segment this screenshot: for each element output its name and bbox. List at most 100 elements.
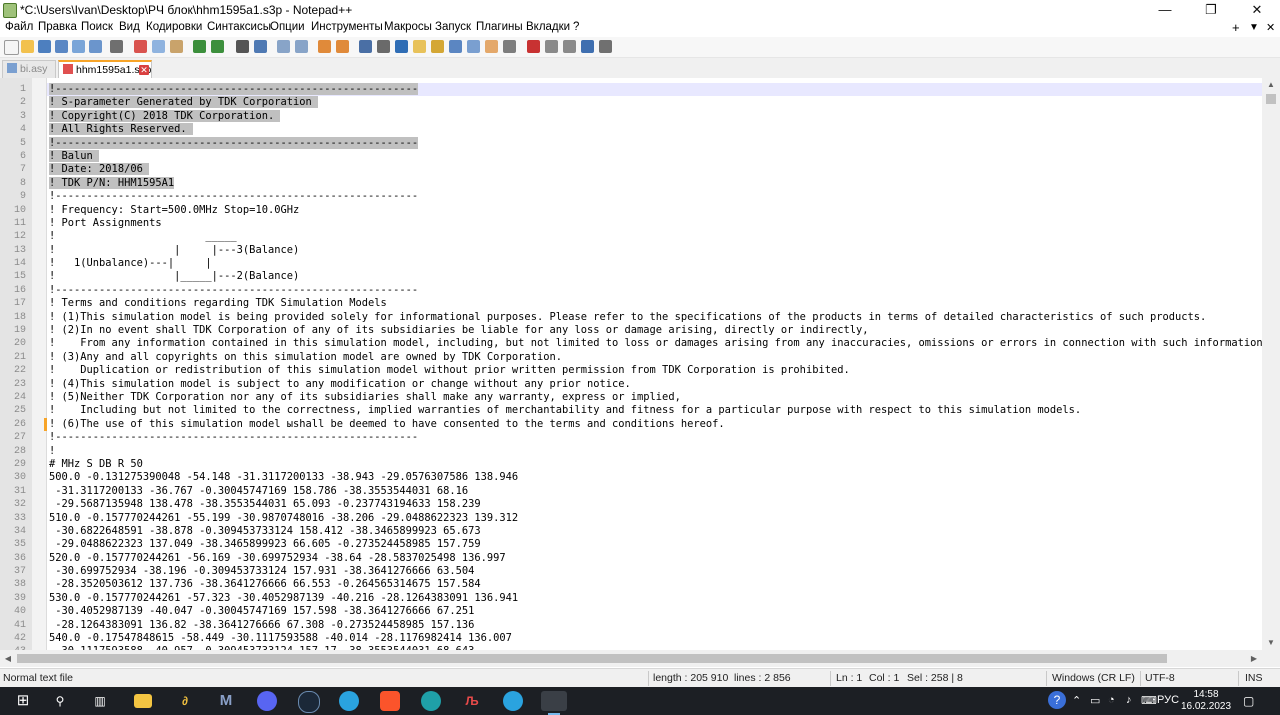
file-explorer-icon[interactable] bbox=[134, 694, 152, 708]
show-all-chars-icon[interactable] bbox=[377, 40, 390, 53]
menu-encoding[interactable]: Кодировки bbox=[146, 21, 202, 33]
minimize-button[interactable]: — bbox=[1142, 0, 1188, 20]
stop-macro-icon[interactable] bbox=[545, 40, 558, 53]
scroll-left-arrow-icon[interactable]: ◀ bbox=[0, 650, 16, 667]
menu-tabs[interactable]: Вкладки bbox=[526, 21, 570, 33]
tab-bi-asy[interactable]: bi.asy bbox=[2, 60, 56, 78]
scroll-right-arrow-icon[interactable]: ▶ bbox=[1246, 650, 1262, 667]
tab-close-icon[interactable]: ✕ bbox=[139, 65, 149, 75]
status-encoding[interactable]: UTF-8 bbox=[1145, 672, 1175, 684]
line-number: 3 bbox=[19, 110, 26, 122]
status-eol-format[interactable]: Windows (CR LF) bbox=[1052, 672, 1135, 684]
tab-list-arrow-icon[interactable]: ▼ bbox=[1249, 22, 1259, 33]
line-text: -30.699752934 -38.196 -0.309453733124 15… bbox=[49, 565, 475, 578]
network-icon[interactable]: ◔ bbox=[1108, 694, 1115, 706]
tray-overflow-arrow-icon[interactable]: ⌃ bbox=[1072, 694, 1081, 707]
line-text: ! Port Assignments bbox=[49, 216, 162, 229]
menu-edit[interactable]: Правка bbox=[38, 21, 77, 33]
scroll-up-arrow-icon[interactable]: ▲ bbox=[1262, 78, 1280, 92]
status-insert-mode[interactable]: INS bbox=[1245, 672, 1263, 684]
notifications-icon[interactable]: ▢ bbox=[1243, 694, 1254, 708]
keyboard-icon[interactable]: ⌨ bbox=[1141, 694, 1157, 707]
undo-icon[interactable] bbox=[193, 40, 206, 53]
system-clock[interactable]: 14:58 16.02.2023 bbox=[1180, 689, 1232, 713]
status-divider bbox=[1140, 671, 1141, 686]
app-launcher-icon[interactable]: ∂ bbox=[175, 691, 195, 711]
vertical-scroll-thumb[interactable] bbox=[1266, 94, 1276, 104]
tab-hhm1595a1[interactable]: hhm1595a1.s3p ✕ bbox=[58, 60, 152, 79]
close-icon[interactable] bbox=[72, 40, 85, 53]
word-wrap-icon[interactable] bbox=[359, 40, 372, 53]
redo-icon[interactable] bbox=[211, 40, 224, 53]
zoom-out-icon[interactable] bbox=[295, 40, 308, 53]
save-macro-icon[interactable] bbox=[599, 40, 612, 53]
menu-syntax[interactable]: Синтаксисы bbox=[207, 21, 271, 33]
menu-run[interactable]: Запуск bbox=[435, 21, 471, 33]
zoom-in-icon[interactable] bbox=[277, 40, 290, 53]
document-map-icon[interactable] bbox=[431, 40, 444, 53]
discord-icon[interactable] bbox=[257, 691, 277, 711]
scroll-down-arrow-icon[interactable]: ▼ bbox=[1262, 636, 1280, 650]
menu-search[interactable]: Поиск bbox=[81, 21, 113, 33]
document-tab-bar: bi.asy hhm1595a1.s3p ✕ bbox=[0, 58, 1280, 79]
menu-help[interactable]: ? bbox=[573, 21, 579, 33]
line-text: -30.4052987139 -40.047 -0.30045747169 15… bbox=[49, 605, 475, 618]
play-macro-icon[interactable] bbox=[563, 40, 576, 53]
menu-options[interactable]: Опции bbox=[270, 21, 305, 33]
maximize-button[interactable]: ❐ bbox=[1188, 0, 1234, 20]
copy-icon[interactable] bbox=[152, 40, 165, 53]
replace-icon[interactable] bbox=[254, 40, 267, 53]
print-icon[interactable] bbox=[110, 40, 123, 53]
vertical-scrollbar[interactable]: ▲ ▼ bbox=[1262, 78, 1280, 650]
cut-icon[interactable] bbox=[134, 40, 147, 53]
monitoring-icon[interactable] bbox=[485, 40, 498, 53]
brave-browser-icon[interactable] bbox=[380, 691, 400, 711]
volume-icon[interactable]: ♪ bbox=[1126, 694, 1132, 706]
edge-browser-icon[interactable] bbox=[421, 691, 441, 711]
indent-guide-icon[interactable] bbox=[395, 40, 408, 53]
save-all-icon[interactable] bbox=[55, 40, 68, 53]
search-icon[interactable]: ⚲ bbox=[50, 691, 70, 711]
menu-plugins[interactable]: Плагины bbox=[476, 21, 523, 33]
help-tray-icon[interactable]: ? bbox=[1048, 691, 1066, 709]
horizontal-scrollbar[interactable]: ◀ ▶ bbox=[0, 650, 1262, 667]
notepadpp-taskbar-icon[interactable] bbox=[541, 691, 567, 711]
new-file-icon[interactable] bbox=[4, 40, 19, 55]
run-macro-multiple-icon[interactable] bbox=[581, 40, 594, 53]
user-language-icon[interactable] bbox=[413, 40, 426, 53]
menu-file[interactable]: Файл bbox=[5, 21, 33, 33]
open-file-icon[interactable] bbox=[21, 40, 34, 53]
find-icon[interactable] bbox=[236, 40, 249, 53]
close-window-button[interactable]: ✕ bbox=[1234, 0, 1280, 20]
menu-macros[interactable]: Макросы bbox=[384, 21, 432, 33]
sync-vertical-icon[interactable] bbox=[318, 40, 331, 53]
menu-view[interactable]: Вид bbox=[119, 21, 140, 33]
paste-icon[interactable] bbox=[170, 40, 183, 53]
unsaved-file-icon bbox=[63, 64, 73, 74]
start-windows-icon[interactable]: ⊞ bbox=[13, 691, 33, 711]
task-view-icon[interactable]: ▥ bbox=[90, 691, 110, 711]
battery-icon[interactable]: ▭ bbox=[1090, 694, 1100, 707]
steam-icon[interactable] bbox=[298, 691, 320, 713]
close-document-icon[interactable]: ✕ bbox=[1266, 21, 1275, 34]
input-language[interactable]: РУС bbox=[1157, 694, 1179, 706]
close-all-icon[interactable] bbox=[89, 40, 102, 53]
record-macro-icon[interactable] bbox=[527, 40, 540, 53]
editor-line: 26 ! (6)The use of this simulation model … bbox=[0, 417, 1262, 431]
folder-workspace-icon[interactable] bbox=[467, 40, 480, 53]
line-number: 9 bbox=[19, 191, 26, 203]
text-editor[interactable]: 1 !--------------------------------------… bbox=[0, 78, 1280, 650]
jlcv-app-icon[interactable]: Љ bbox=[462, 691, 482, 711]
menu-tools[interactable]: Инструменты bbox=[311, 21, 383, 33]
save-icon[interactable] bbox=[38, 40, 51, 53]
selected-text: !---------------------------------------… bbox=[49, 136, 419, 149]
new-tab-plus-icon[interactable]: + bbox=[1232, 20, 1240, 35]
eye-icon[interactable] bbox=[503, 40, 516, 53]
line-number: 21 bbox=[13, 351, 26, 363]
telegram-alt-icon[interactable] bbox=[503, 691, 523, 711]
sync-horizontal-icon[interactable] bbox=[336, 40, 349, 53]
function-list-icon[interactable] bbox=[449, 40, 462, 53]
m-app-icon[interactable]: M bbox=[216, 691, 236, 711]
horizontal-scroll-thumb[interactable] bbox=[17, 654, 1167, 663]
telegram-icon[interactable] bbox=[339, 691, 359, 711]
